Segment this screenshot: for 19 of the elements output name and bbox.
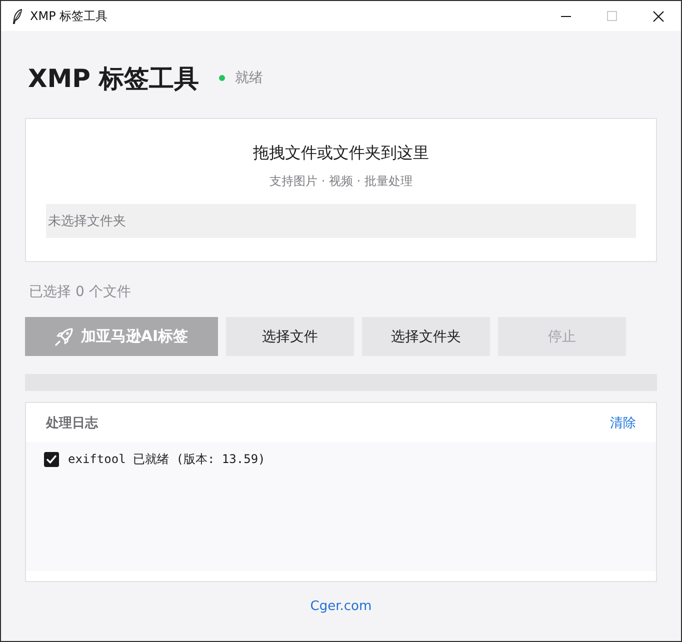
selection-count: 已选择 0 个文件 (29, 283, 131, 302)
drop-zone-title: 拖拽文件或文件夹到这里 (253, 142, 429, 164)
check-icon (44, 452, 59, 466)
folder-path-field[interactable]: 未选择文件夹 (46, 204, 636, 238)
action-button[interactable]: 选择文件 (226, 317, 354, 356)
footer-link[interactable]: Cger.com (310, 597, 372, 617)
log-title: 处理日志 (46, 414, 98, 432)
status-text: 就绪 (235, 69, 264, 87)
drop-zone-subtitle: 支持图片 · 视频 · 批量处理 (270, 173, 412, 190)
close-icon (652, 10, 664, 22)
app-title: XMP 标签工具 (28, 62, 200, 94)
drop-zone[interactable]: 拖拽文件或文件夹到这里 支持图片 · 视频 · 批量处理 未选择文件夹 (25, 118, 657, 262)
log-entry: exiftool 已就绪 (版本: 13.59) (68, 450, 266, 468)
feather-icon (13, 8, 22, 24)
window-title: XMP 标签工具 (30, 8, 108, 24)
action-button[interactable]: 选择文件夹 (362, 317, 490, 356)
rocket-icon (54, 328, 73, 346)
maximize-icon (607, 11, 617, 21)
clear-link[interactable]: 清除 (610, 414, 636, 432)
